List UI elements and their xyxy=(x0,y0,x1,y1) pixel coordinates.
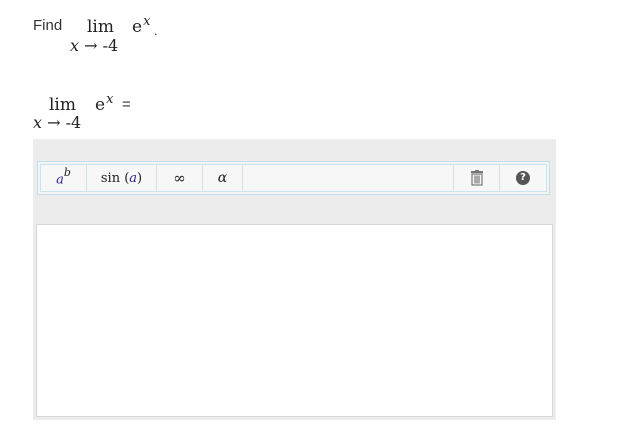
function-base: e xyxy=(95,95,106,115)
math-editor: ab sin (a) ∞ α ? xyxy=(33,139,556,420)
function-icon: sin (a) xyxy=(101,171,142,186)
arrow-symbol: → xyxy=(84,36,98,55)
function-button[interactable]: sin (a) xyxy=(87,165,157,191)
lim-subscript: x → -4 xyxy=(33,113,81,132)
arrow-symbol: → xyxy=(47,113,61,132)
function-arg: a xyxy=(129,170,138,186)
power-exponent: b xyxy=(63,166,71,180)
power-button[interactable]: ab xyxy=(41,165,87,191)
power-base: a xyxy=(56,172,64,188)
alpha-icon: α xyxy=(217,170,228,186)
function-exponent: x xyxy=(106,92,114,107)
answer-input-area[interactable] xyxy=(36,224,553,417)
approach-value: -4 xyxy=(102,36,119,55)
limit-variable: x xyxy=(70,36,80,55)
function-expression: ex xyxy=(132,14,151,37)
lim-label: lim xyxy=(87,17,114,37)
limit-variable: x xyxy=(33,113,43,132)
infinity-icon: ∞ xyxy=(173,169,186,187)
help-button[interactable]: ? xyxy=(500,165,546,191)
editor-toolbar: ab sin (a) ∞ α ? xyxy=(37,161,550,195)
find-label: Find xyxy=(33,17,63,34)
clear-button[interactable] xyxy=(454,165,500,191)
toolbar-spacer xyxy=(243,165,454,191)
lim-label: lim xyxy=(49,95,76,115)
function-name: sin xyxy=(100,170,121,186)
toolbar-inner: ab sin (a) ∞ α ? xyxy=(40,164,547,192)
greek-letters-button[interactable]: α xyxy=(203,165,243,191)
function-exponent: x xyxy=(143,14,151,29)
approach-value: -4 xyxy=(65,113,82,132)
help-icon: ? xyxy=(516,171,530,185)
close-paren: ) xyxy=(137,170,143,186)
trash-icon xyxy=(470,170,483,186)
function-base: e xyxy=(132,17,143,37)
lim-subscript: x → -4 xyxy=(70,36,118,55)
power-icon: ab xyxy=(56,166,71,188)
equals-sign: = xyxy=(122,96,131,113)
period: . xyxy=(154,23,158,38)
function-expression: ex xyxy=(95,92,114,115)
infinity-button[interactable]: ∞ xyxy=(157,165,203,191)
